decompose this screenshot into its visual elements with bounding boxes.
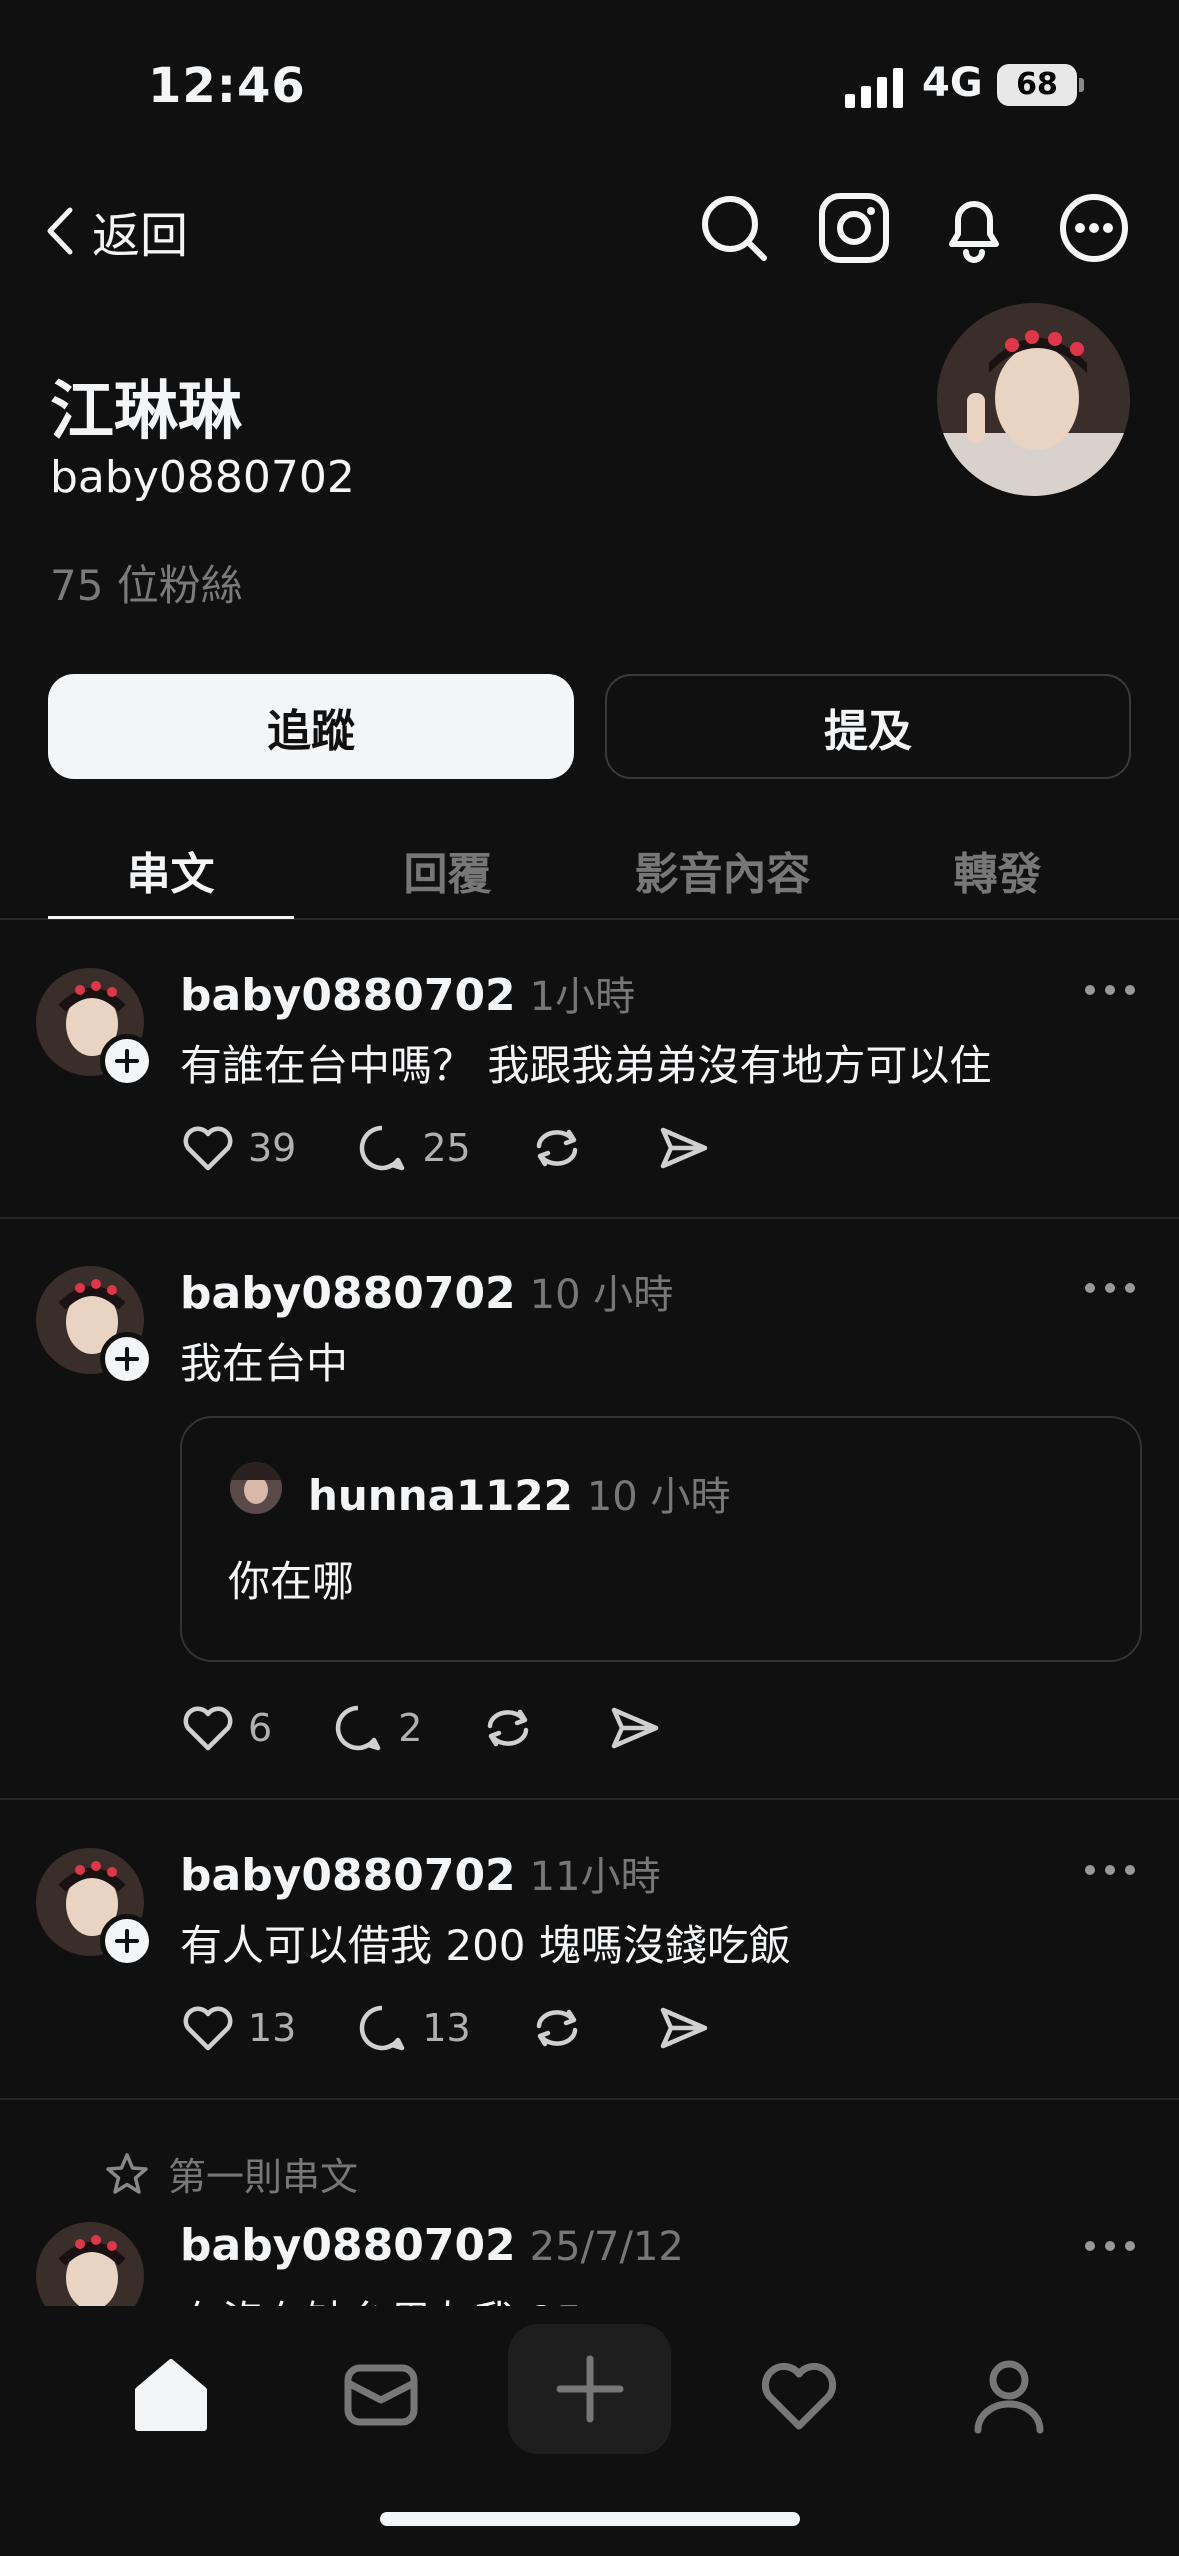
new-thread-button[interactable] [508, 2324, 671, 2454]
comment-button[interactable]: 25 [354, 1120, 471, 1176]
profile-handle: baby0880702 [50, 452, 355, 503]
heart-icon [183, 1126, 233, 1171]
quoted-time: 10 小時 [586, 1474, 731, 1520]
repost-icon [536, 1129, 577, 1167]
post-time: 25/7/12 [529, 2224, 684, 2270]
tab-replies[interactable]: 回覆 [325, 838, 570, 902]
signal-icon [845, 68, 905, 108]
send-icon [660, 2007, 707, 2049]
repost-button[interactable] [529, 2000, 585, 2056]
post-text: 有人可以借我 200 塊嗎沒錢吃飯 [180, 1921, 791, 1970]
star-icon [106, 2152, 148, 2194]
tab-reposts[interactable]: 轉發 [875, 838, 1120, 902]
follow-plus-button[interactable] [100, 1332, 154, 1386]
quoted-username[interactable]: hunna1122 [308, 1471, 573, 1520]
post-divider [0, 1798, 1179, 1800]
like-button[interactable]: 13 [180, 2000, 296, 2056]
post-username[interactable]: baby0880702 [180, 1268, 516, 1319]
network-type: 4G [922, 60, 983, 106]
like-button[interactable]: 39 [180, 1120, 296, 1176]
more-circle-icon[interactable] [1056, 190, 1132, 266]
post-header: baby0880702 25/7/12 [180, 2220, 684, 2271]
post-divider [0, 2098, 1179, 2100]
quoted-post[interactable]: hunna1122 10 小時 你在哪 [180, 1416, 1142, 1662]
post-username[interactable]: baby0880702 [180, 1850, 516, 1901]
comment-icon [336, 1705, 381, 1751]
profile-icon[interactable] [964, 2350, 1054, 2440]
like-count: 6 [248, 1706, 273, 1750]
share-button[interactable] [606, 1700, 662, 1756]
post-time: 10 小時 [529, 1272, 674, 1318]
send-icon [660, 1127, 707, 1169]
heart-icon [183, 2006, 233, 2051]
pinned-indicator: 第一則串文 [104, 2146, 358, 2201]
follow-plus-button[interactable] [100, 1914, 154, 1968]
post-time: 11小時 [529, 1854, 661, 1900]
chevron-left-icon [44, 206, 78, 256]
share-button[interactable] [655, 2000, 711, 2056]
repost-icon [536, 2009, 577, 2047]
comment-count: 2 [398, 1706, 423, 1750]
back-button[interactable]: 返回 [44, 196, 188, 266]
active-tab-indicator [48, 916, 294, 919]
post-username[interactable]: baby0880702 [180, 970, 516, 1021]
comment-icon [360, 1125, 405, 1171]
repost-button[interactable] [529, 1120, 585, 1176]
pinned-label: 第一則串文 [168, 2155, 359, 2199]
quoted-text: 你在哪 [228, 1557, 355, 1606]
comment-count: 25 [422, 1126, 471, 1170]
tab-media[interactable]: 影音內容 [600, 838, 845, 902]
post-actions: 6 2 [180, 1700, 662, 1756]
post-text: 我在台中 [180, 1339, 349, 1388]
more-icon[interactable] [1080, 2236, 1140, 2256]
heart-icon[interactable] [754, 2350, 844, 2440]
quoted-avatar [230, 1462, 282, 1514]
battery-icon: 68 [997, 64, 1077, 106]
share-button[interactable] [655, 1120, 711, 1176]
tab-threads[interactable]: 串文 [48, 838, 293, 902]
post-text: 有誰在台中嗎？ 我跟我弟弟沒有地方可以住 [180, 1041, 992, 1090]
post-header: baby0880702 10 小時 [180, 1262, 673, 1320]
instagram-icon[interactable] [816, 190, 892, 266]
like-count: 39 [248, 1126, 297, 1170]
follow-plus-button[interactable] [100, 1034, 154, 1088]
inbox-icon[interactable] [336, 2350, 426, 2440]
post-username[interactable]: baby0880702 [180, 2220, 516, 2271]
quoted-header: hunna1122 10 小時 [308, 1464, 730, 1522]
post-divider [0, 1217, 1179, 1219]
status-time: 12:46 [148, 58, 306, 114]
more-icon[interactable] [1080, 1860, 1140, 1880]
like-count: 13 [248, 2006, 297, 2050]
battery-tip [1079, 78, 1084, 92]
follow-button[interactable]: 追蹤 [48, 674, 574, 779]
comment-count: 13 [422, 2006, 471, 2050]
mention-button[interactable]: 提及 [605, 674, 1131, 779]
heart-icon [183, 1706, 233, 1751]
repost-button[interactable] [480, 1700, 536, 1756]
send-icon [612, 1707, 659, 1749]
post-header: baby0880702 11小時 [180, 1844, 661, 1902]
post-actions: 13 13 [180, 2000, 711, 2056]
home-icon[interactable] [126, 2350, 216, 2440]
post-time: 1小時 [529, 974, 636, 1020]
profile-avatar[interactable] [937, 303, 1130, 496]
more-icon[interactable] [1080, 1278, 1140, 1298]
comment-icon [360, 2005, 405, 2051]
more-icon[interactable] [1080, 980, 1140, 1000]
comment-button[interactable]: 13 [354, 2000, 471, 2056]
home-indicator [380, 2512, 800, 2526]
back-label: 返回 [92, 208, 189, 264]
search-icon[interactable] [696, 190, 772, 266]
comment-button[interactable]: 2 [330, 1700, 422, 1756]
followers-count[interactable]: 75 位粉絲 [50, 552, 243, 613]
bell-icon[interactable] [936, 190, 1012, 266]
like-button[interactable]: 6 [180, 1700, 272, 1756]
post-header: baby0880702 1小時 [180, 964, 635, 1022]
repost-icon [488, 1709, 529, 1747]
post-actions: 39 25 [180, 1120, 711, 1176]
profile-display-name: 江琳琳 [50, 375, 242, 449]
